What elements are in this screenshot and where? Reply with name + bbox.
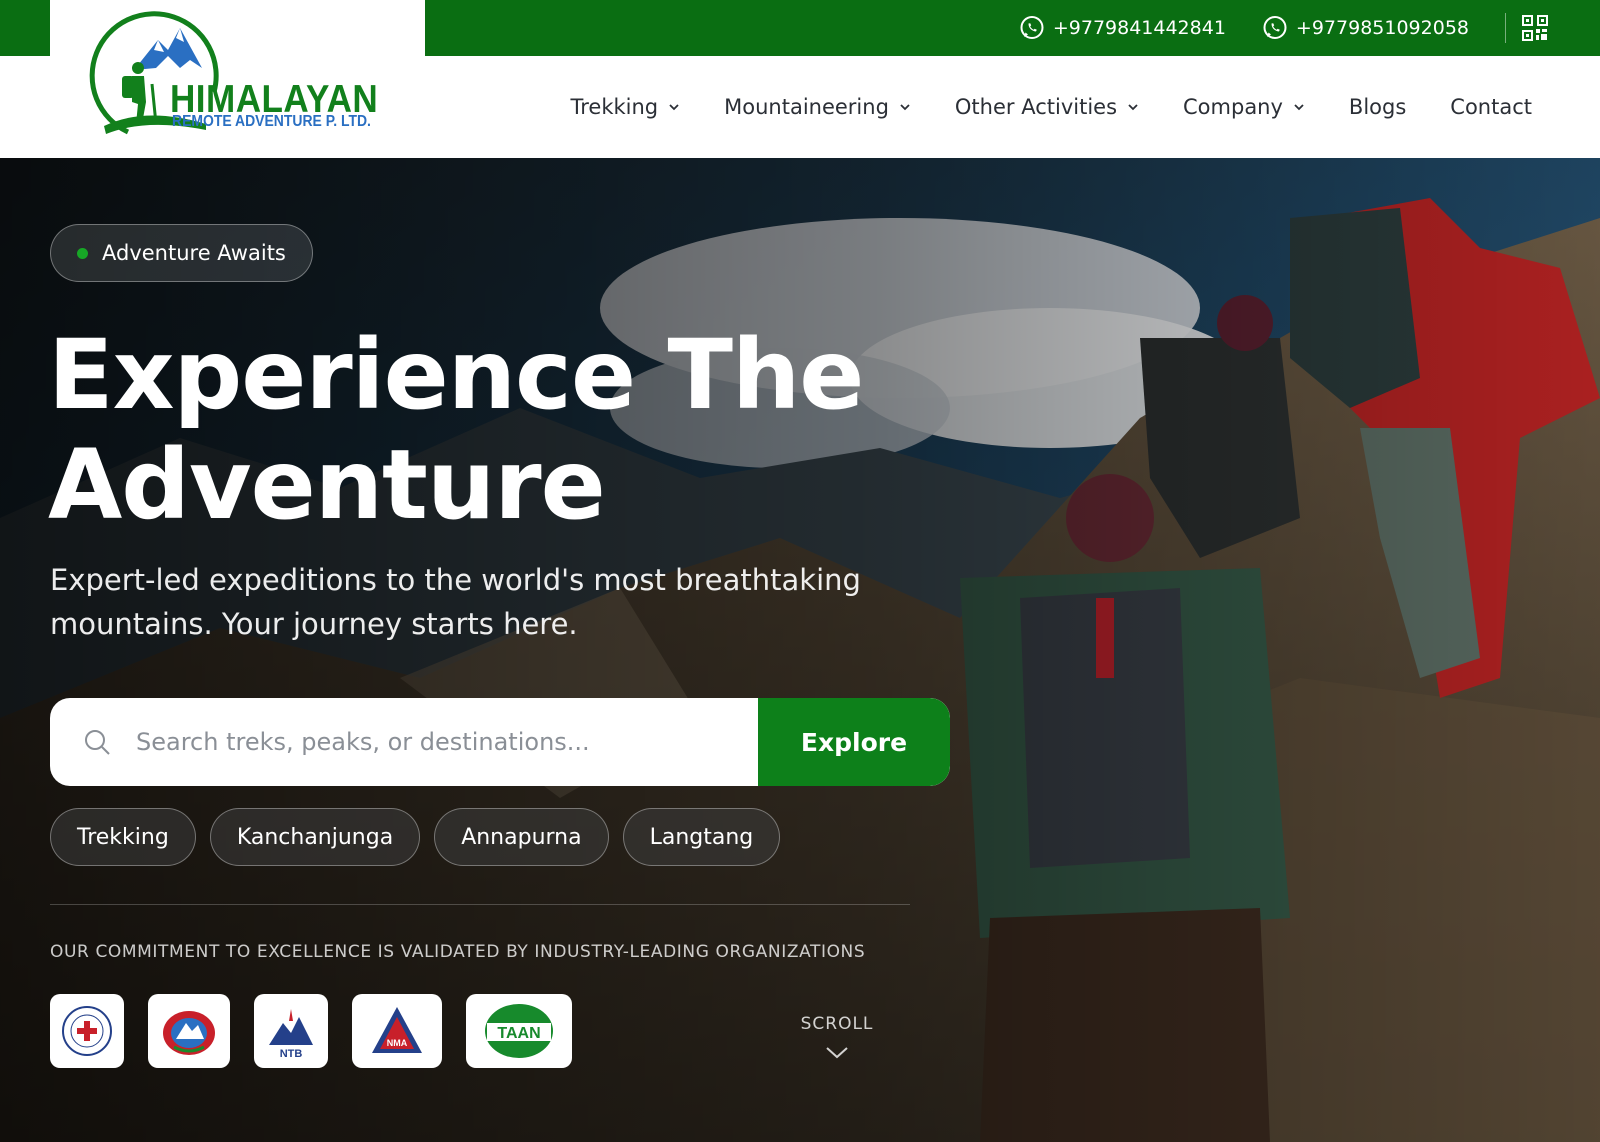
explore-button[interactable]: Explore — [758, 698, 950, 786]
nma-mark-icon: NMA — [372, 1007, 422, 1053]
hero-subtitle: Expert-led expeditions to the world's mo… — [50, 563, 861, 641]
ntb-text: NTB — [280, 1048, 303, 1060]
badge-label: Adventure Awaits — [102, 241, 286, 265]
nav-label: Trekking — [570, 95, 659, 119]
chip-kanchanjunga[interactable]: Kanchanjunga — [209, 808, 421, 866]
search-bar: Explore — [50, 698, 950, 786]
nav-item-contact[interactable]: Contact — [1450, 95, 1532, 119]
nav-item-mountaineering[interactable]: Mountaineering — [724, 95, 911, 119]
scroll-indicator[interactable]: SCROLL — [800, 1014, 874, 1065]
primary-nav: Trekking Mountaineering Other Activities… — [526, 56, 1532, 158]
taan-logo[interactable]: TAAN — [466, 994, 572, 1068]
chip-annapurna[interactable]: Annapurna — [434, 808, 609, 866]
taan-mark-icon: TAAN — [485, 1004, 553, 1058]
whatsapp-contact-2[interactable]: +9779851092058 — [1262, 15, 1469, 41]
nav-item-blogs[interactable]: Blogs — [1349, 95, 1406, 119]
section-divider — [50, 904, 910, 905]
ntb-mark-icon: NTB — [269, 1009, 313, 1060]
nav-label: Contact — [1450, 95, 1532, 119]
headline-line-1: Experience The — [48, 319, 864, 431]
nepal-rescue-association-logo[interactable] — [50, 994, 124, 1068]
chip-langtang[interactable]: Langtang — [622, 808, 781, 866]
nav-label: Company — [1183, 95, 1283, 119]
search-icon — [85, 730, 110, 755]
logo-subtitle: REMOTE ADVENTURE P. LTD. — [172, 113, 371, 130]
organization-logos: NTB NMA TAAN — [50, 994, 572, 1068]
contact-list: +9779841442841 +9779851092058 — [983, 0, 1548, 56]
site-logo[interactable]: HIMALAYAN REMOTE ADVENTURE P. LTD. — [50, 0, 425, 158]
quick-search-chips: Trekking Kanchanjunga Annapurna Langtang — [50, 808, 781, 866]
chevron-down-icon — [900, 104, 910, 111]
rescue-seal-icon — [62, 1006, 112, 1056]
whatsapp-icon — [1020, 16, 1044, 39]
chevron-down-icon — [1294, 104, 1304, 111]
nma-text: NMA — [387, 1038, 408, 1048]
nav-label: Blogs — [1348, 95, 1407, 119]
nav-item-other-activities[interactable]: Other Activities — [955, 95, 1139, 119]
hero-headline: Experience The Adventure — [48, 319, 864, 541]
whatsapp-contact-1[interactable]: +9779841442841 — [1019, 15, 1226, 41]
phone-number-1: +9779841442841 — [1052, 17, 1226, 39]
commitment-text: OUR COMMITMENT TO EXCELLENCE IS VALIDATE… — [50, 942, 866, 962]
chip-trekking[interactable]: Trekking — [50, 808, 196, 866]
nav-label: Mountaineering — [724, 95, 889, 119]
nav-item-trekking[interactable]: Trekking — [570, 95, 680, 119]
nepal-government-emblem-logo[interactable] — [148, 994, 230, 1068]
topbar-divider — [1505, 13, 1506, 43]
nav-item-company[interactable]: Company — [1183, 95, 1305, 119]
hero-section: Adventure Awaits Experience The Adventur… — [0, 158, 1600, 1142]
phone-number-2: +9779851092058 — [1295, 17, 1469, 39]
chevron-down-icon — [1128, 104, 1138, 111]
adventure-badge: Adventure Awaits — [50, 224, 313, 282]
whatsapp-icon — [1263, 16, 1287, 39]
chevron-down-icon — [669, 104, 679, 111]
taan-text: TAAN — [497, 1025, 540, 1042]
nav-label: Other Activities — [954, 95, 1118, 119]
chevron-down-icon — [826, 1047, 848, 1059]
status-dot — [77, 247, 88, 259]
search-input[interactable] — [136, 728, 716, 756]
scroll-label: SCROLL — [800, 1014, 874, 1034]
ntb-logo[interactable]: NTB — [254, 994, 328, 1068]
headline-line-2: Adventure — [48, 429, 606, 541]
government-emblem-icon — [163, 1011, 215, 1055]
qr-code-icon[interactable] — [1522, 15, 1548, 41]
nma-logo[interactable]: NMA — [352, 994, 442, 1068]
